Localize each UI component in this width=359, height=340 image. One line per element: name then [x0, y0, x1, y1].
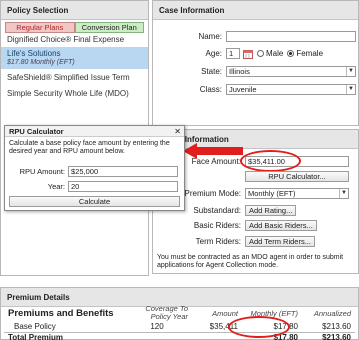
plan-item-label: Simple Security Whole Life (MDO): [7, 89, 129, 98]
red-arrow-icon: [183, 143, 243, 159]
col-amount: Amount: [212, 308, 238, 318]
premium-table-header: Premiums and Benefits Coverage To Policy…: [4, 305, 355, 321]
rpu-row: RPU Calculator...: [245, 171, 349, 182]
premium-table: Premiums and Benefits Coverage To Policy…: [4, 305, 355, 340]
class-label: Class:: [199, 85, 222, 94]
plan-item-lifes-solutions[interactable]: Life's Solutions $17.80 Monthly (EFT): [1, 47, 148, 69]
name-row: Name:: [153, 31, 356, 42]
rpu-dialog-titlebar: RPU Calculator ✕: [5, 126, 184, 137]
sex-label-male: Male: [266, 49, 284, 58]
age-row: Age: 1 Male Female: [153, 48, 323, 59]
add-basic-riders-button[interactable]: Add Basic Riders...: [245, 220, 317, 231]
basic-riders-label: Basic Riders:: [193, 221, 241, 230]
state-row: State: Illinois ▼: [153, 66, 356, 77]
chevron-down-icon: ▼: [346, 67, 355, 76]
tab-regular-plans[interactable]: Regular Plans: [5, 22, 75, 33]
col-premiums-benefits: Premiums and Benefits: [8, 307, 114, 319]
add-term-riders-button[interactable]: Add Term Riders...: [245, 236, 315, 247]
plan-item-label: Life's Solutions: [7, 49, 61, 58]
calculate-button[interactable]: Calculate: [9, 196, 180, 207]
total-label: Total Premium: [4, 331, 122, 340]
sex-radio-male[interactable]: [257, 50, 264, 57]
term-riders-label: Term Riders:: [195, 237, 241, 246]
plan-item-dignified-choice[interactable]: Dignified Choice® Final Expense: [1, 34, 148, 45]
case-information-title: Case Information: [153, 1, 358, 20]
face-amount-highlight-ring: [240, 150, 301, 172]
rpu-amount-row: RPU Amount: $25,000: [5, 166, 178, 177]
name-field[interactable]: [226, 31, 356, 42]
case-information-panel: Case Information Name: Age: 1 Male Femal…: [152, 0, 359, 126]
class-value: Juvenile: [229, 85, 257, 94]
total-row: Total Premium $17.80 $213.60: [4, 331, 355, 340]
rpu-calculator-button[interactable]: RPU Calculator...: [245, 171, 349, 182]
tab-conversion-plan[interactable]: Conversion Plan: [74, 22, 144, 33]
rpu-dialog-title: RPU Calculator: [9, 127, 64, 136]
row-annualized: $213.60: [322, 321, 351, 331]
mdo-note: You must be contracted as an MDO agent i…: [157, 254, 344, 269]
plan-item-label: Dignified Choice® Final Expense: [7, 35, 125, 44]
col-coverage-to: Coverage To Policy Year: [145, 304, 188, 321]
state-label: State:: [201, 67, 222, 76]
premium-mode-value: Monthly (EFT): [248, 189, 296, 198]
rpu-year-field[interactable]: 20: [68, 181, 178, 192]
total-coverage: [122, 331, 192, 340]
calculate-row: Calculate: [9, 196, 180, 207]
total-annualized: $213.60: [302, 331, 355, 340]
plan-item-safeshield[interactable]: SafeShield® Simplified Issue Term: [1, 71, 148, 85]
sex-label-female: Female: [296, 49, 324, 58]
rpu-amount-label: RPU Amount:: [19, 167, 65, 176]
age-field[interactable]: 1: [226, 48, 240, 59]
plan-item-premium: $17.80 Monthly (EFT): [7, 59, 75, 66]
policy-selection-title: Policy Selection: [1, 1, 148, 20]
close-icon[interactable]: ✕: [174, 126, 181, 137]
rpu-calculator-dialog: RPU Calculator ✕ Calculate a base policy…: [4, 125, 185, 211]
state-select[interactable]: Illinois ▼: [226, 66, 356, 77]
age-label: Age:: [205, 49, 222, 58]
term-riders-row: Term Riders: Add Term Riders...: [153, 236, 315, 247]
chevron-down-icon: ▼: [346, 85, 355, 94]
basic-riders-row: Basic Riders: Add Basic Riders...: [153, 220, 317, 231]
row-coverage: 120: [150, 321, 164, 331]
premium-mode-select[interactable]: Monthly (EFT) ▼: [245, 188, 349, 199]
plan-item-label: SafeShield® Simplified Issue Term: [7, 73, 130, 82]
calendar-icon[interactable]: [243, 49, 253, 59]
row-label: Base Policy: [14, 321, 56, 331]
plan-tabs: Regular Plans Conversion Plan: [5, 22, 144, 33]
table-row: Base Policy 120 $35,411 $17.80 $213.60: [4, 321, 355, 332]
state-value: Illinois: [229, 67, 250, 76]
plan-item-simple-security[interactable]: Simple Security Whole Life (MDO): [1, 87, 148, 101]
chevron-down-icon: ▼: [339, 189, 348, 198]
rpu-amount-field[interactable]: $25,000: [68, 166, 178, 177]
col-annualized: Annualized: [313, 308, 351, 318]
premium-highlight-ring: [228, 316, 290, 338]
class-select[interactable]: Juvenile ▼: [226, 84, 356, 95]
sex-radio-female[interactable]: [287, 50, 295, 57]
class-row: Class: Juvenile ▼: [153, 84, 356, 95]
rpu-year-label: Year:: [47, 182, 65, 191]
add-rating-button[interactable]: Add Rating...: [245, 205, 297, 216]
rpu-year-row: Year: 20: [5, 181, 178, 192]
name-label: Name:: [198, 32, 222, 41]
rpu-description: Calculate a base policy face amount by e…: [9, 140, 170, 155]
